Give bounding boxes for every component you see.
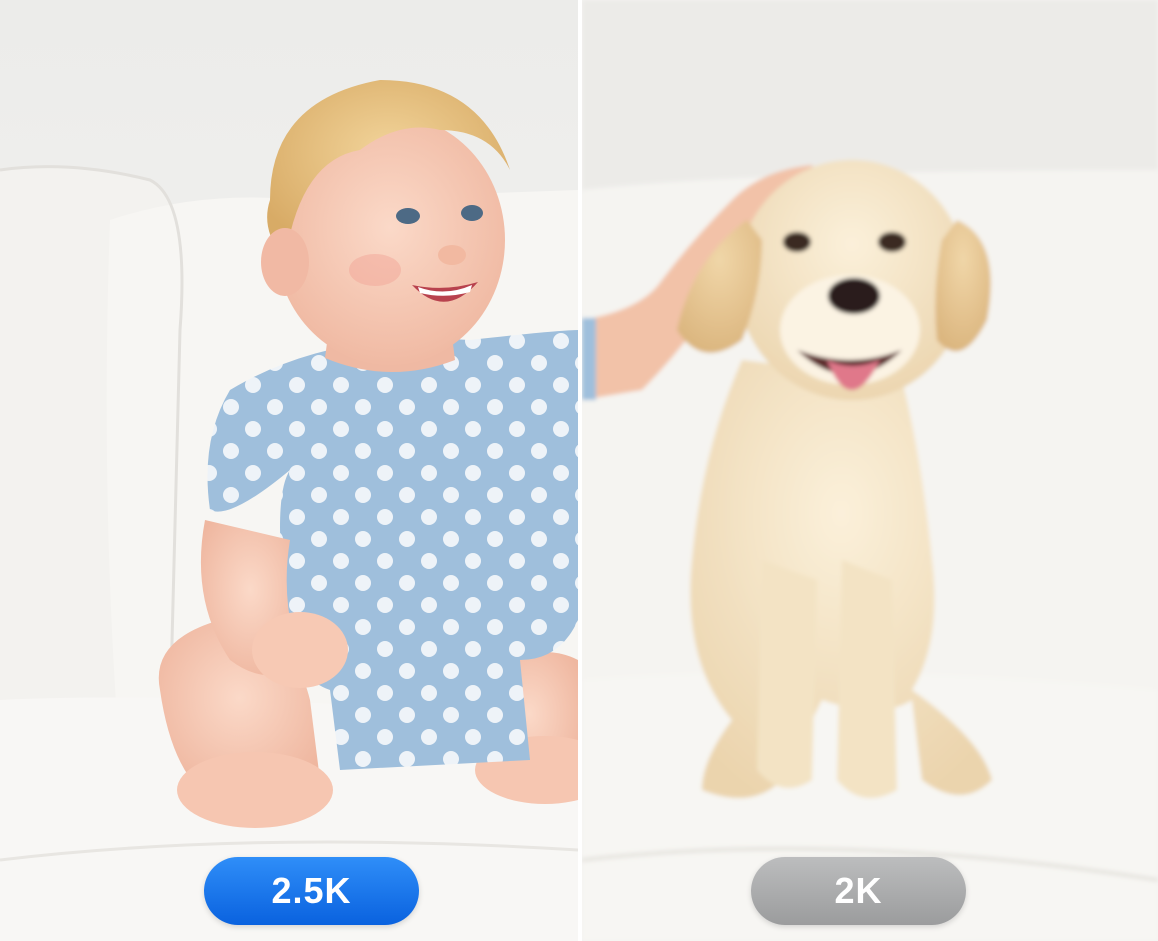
resolution-badge-2k: 2K: [751, 857, 966, 925]
left-photo-panel: [0, 0, 578, 941]
resolution-badge-2.5k: 2.5K: [204, 857, 419, 925]
right-photo-panel: [582, 0, 1158, 941]
puppy-photo: [582, 0, 1158, 941]
comparison-stage: 2.5K 2K: [0, 0, 1158, 941]
baby-photo: [0, 0, 578, 941]
